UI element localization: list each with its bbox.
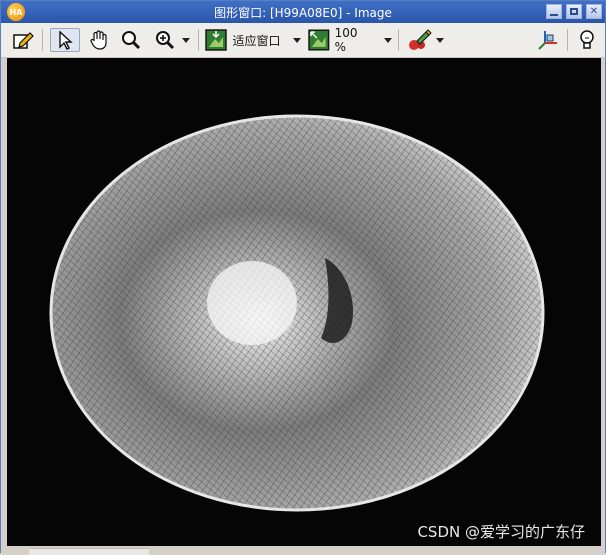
chevron-down-icon	[436, 37, 444, 43]
zoom-plus-icon	[156, 31, 175, 50]
magnifier-icon	[122, 31, 141, 50]
axis-3d-icon	[538, 31, 557, 50]
help-button[interactable]	[575, 28, 599, 52]
watermark: CSDN @爱学习的广东仔	[417, 523, 585, 541]
zoom-percent-label: 100 %	[334, 26, 358, 54]
toolbar: 适应窗口 100 %	[1, 23, 605, 58]
chevron-down-icon	[384, 37, 392, 43]
fit-window-label: 适应窗口	[232, 33, 281, 48]
toolbar-separator	[567, 29, 568, 51]
maximize-icon	[570, 8, 578, 15]
close-icon: ✕	[589, 6, 599, 17]
arrow-pointer-icon	[59, 30, 73, 50]
color-pick-icon	[409, 29, 432, 50]
color-tool-dropdown[interactable]	[405, 28, 447, 52]
select-tool-button[interactable]	[50, 28, 80, 52]
zoom-100-icon	[308, 29, 330, 51]
fit-window-icon	[205, 29, 228, 51]
image-window: HA 图形窗口: [H99A08E0] - Image ✕ 适应窗口 100 %…	[0, 0, 606, 555]
lightbulb-icon	[580, 30, 594, 49]
minimize-icon	[550, 14, 558, 16]
hand-pan-icon	[90, 30, 107, 50]
magnify-tool-button[interactable]	[118, 28, 144, 52]
image-canvas[interactable]: CSDN @爱学习的广东仔	[7, 58, 601, 546]
fit-window-dropdown[interactable]: 适应窗口	[205, 28, 301, 52]
chevron-down-icon	[292, 37, 301, 43]
chevron-down-icon	[182, 37, 190, 43]
minimize-button[interactable]	[546, 4, 562, 19]
status-segment	[29, 548, 149, 555]
pan-tool-button[interactable]	[86, 28, 112, 52]
edit-button[interactable]	[10, 28, 36, 52]
maximize-button[interactable]	[566, 4, 582, 19]
zoom-percent-dropdown[interactable]: 100 %	[308, 26, 392, 54]
window-title: 图形窗口: [H99A08E0] - Image	[214, 6, 392, 20]
zoom-tool-dropdown[interactable]	[151, 28, 193, 52]
specimen-image	[49, 114, 545, 512]
title-bar[interactable]: HA 图形窗口: [H99A08E0] - Image ✕	[1, 1, 605, 23]
close-button[interactable]: ✕	[586, 4, 602, 19]
toolbar-separator	[398, 29, 399, 51]
toolbar-separator	[198, 29, 199, 51]
edit-icon	[13, 32, 34, 49]
coordinate-axis-button[interactable]	[535, 28, 561, 52]
toolbar-separator	[42, 29, 43, 51]
